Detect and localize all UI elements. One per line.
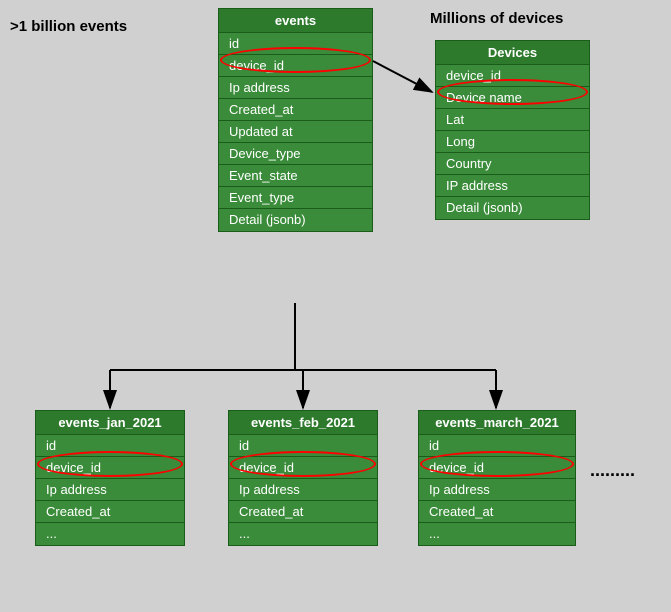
devices-row-detail: Detail (jsonb) xyxy=(436,197,589,219)
events-table: events id device_id Ip address Created_a… xyxy=(218,8,373,232)
events-feb-header: events_feb_2021 xyxy=(229,411,377,435)
events-row-event-type: Event_type xyxy=(219,187,372,209)
events-feb-row-created: Created_at xyxy=(229,501,377,523)
devices-row-country: Country xyxy=(436,153,589,175)
dots-label: ......... xyxy=(590,460,635,481)
events-march-row-dots: ... xyxy=(419,523,575,545)
devices-table: Devices device_id Device name Lat Long C… xyxy=(435,40,590,220)
events-row-device-id: device_id xyxy=(219,55,372,77)
events-row-updated: Updated at xyxy=(219,121,372,143)
events-march-table: events_march_2021 id device_id Ip addres… xyxy=(418,410,576,546)
events-jan-row-ip: Ip address xyxy=(36,479,184,501)
events-feb-row-id: id xyxy=(229,435,377,457)
events-jan-row-device-id: device_id xyxy=(36,457,184,479)
events-march-row-device-id: device_id xyxy=(419,457,575,479)
events-march-row-id: id xyxy=(419,435,575,457)
events-march-header: events_march_2021 xyxy=(419,411,575,435)
events-row-device-type: Device_type xyxy=(219,143,372,165)
events-row-event-state: Event_state xyxy=(219,165,372,187)
events-jan-row-dots: ... xyxy=(36,523,184,545)
events-row-detail: Detail (jsonb) xyxy=(219,209,372,231)
events-feb-table: events_feb_2021 id device_id Ip address … xyxy=(228,410,378,546)
events-jan-row-id: id xyxy=(36,435,184,457)
devices-row-long: Long xyxy=(436,131,589,153)
devices-row-lat: Lat xyxy=(436,109,589,131)
events-jan-header: events_jan_2021 xyxy=(36,411,184,435)
events-table-header: events xyxy=(219,9,372,33)
events-jan-row-created: Created_at xyxy=(36,501,184,523)
events-march-row-ip: Ip address xyxy=(419,479,575,501)
events-feb-row-device-id: device_id xyxy=(229,457,377,479)
events-jan-table: events_jan_2021 id device_id Ip address … xyxy=(35,410,185,546)
events-row-created: Created_at xyxy=(219,99,372,121)
devices-row-ip: IP address xyxy=(436,175,589,197)
devices-row-device-id: device_id xyxy=(436,65,589,87)
events-feb-row-ip: Ip address xyxy=(229,479,377,501)
devices-table-header: Devices xyxy=(436,41,589,65)
events-march-row-created: Created_at xyxy=(419,501,575,523)
events-feb-row-dots: ... xyxy=(229,523,377,545)
events-row-id: id xyxy=(219,33,372,55)
events-row-ip: Ip address xyxy=(219,77,372,99)
annotation-billion-events: >1 billion events xyxy=(10,18,127,35)
devices-row-name: Device name xyxy=(436,87,589,109)
annotation-millions-devices: Millions of devices xyxy=(430,10,563,27)
diagram-container: >1 billion events Millions of devices ev… xyxy=(0,0,671,612)
